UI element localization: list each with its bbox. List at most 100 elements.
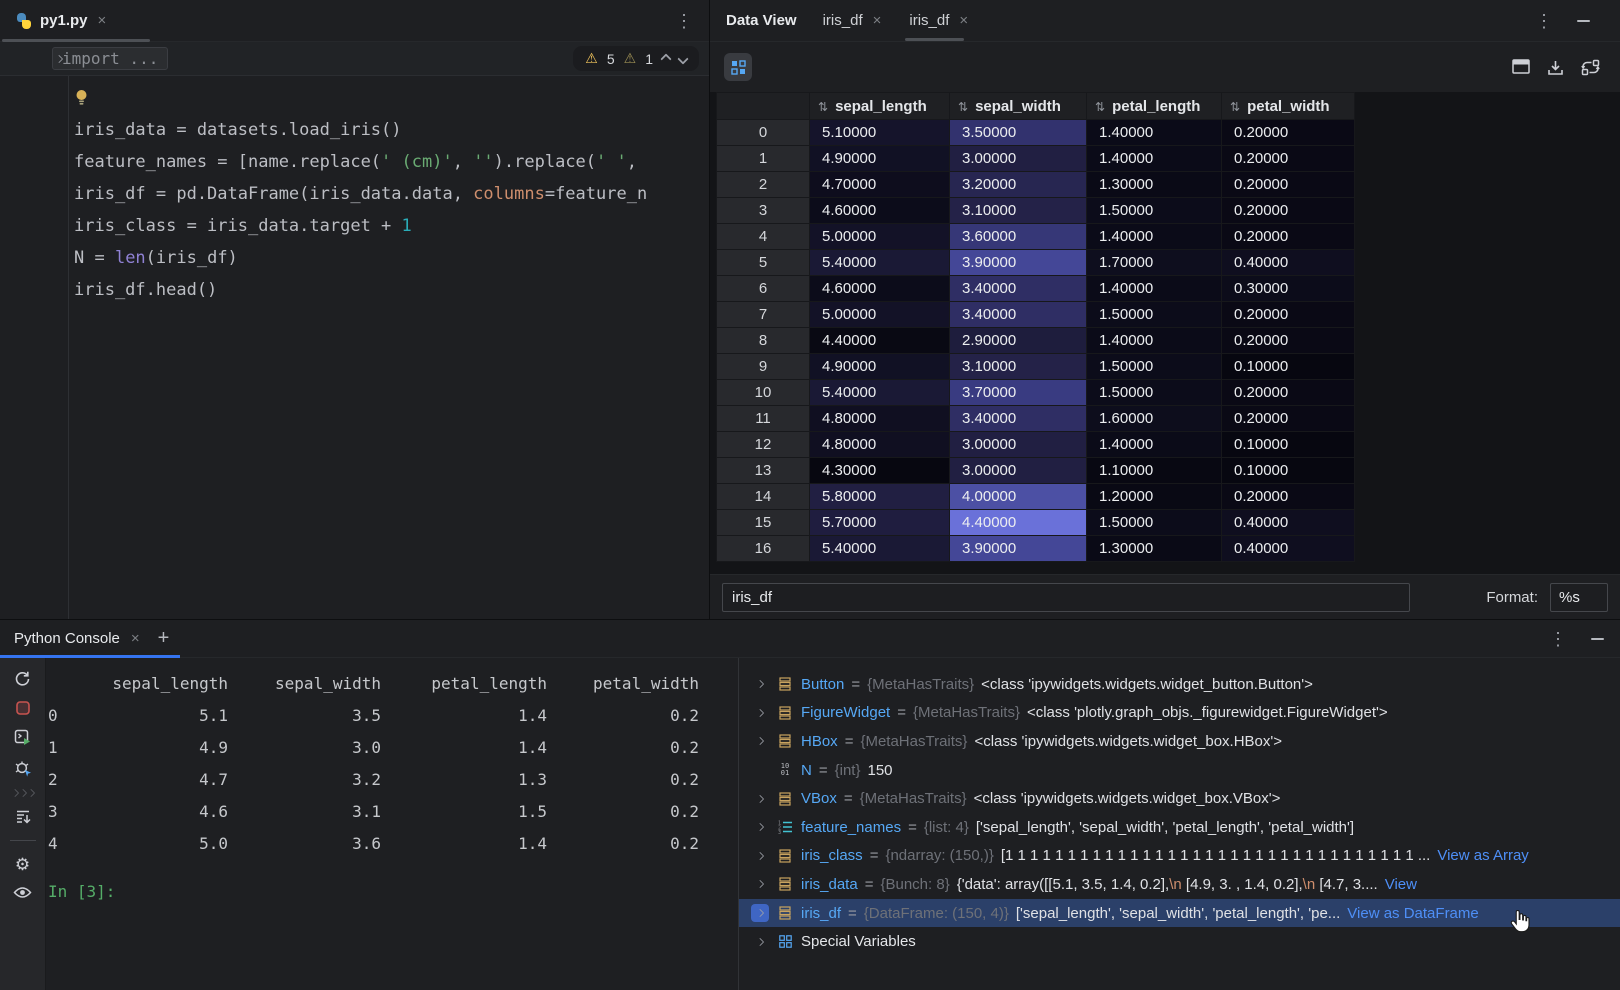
table-cell[interactable]: 0.20000 xyxy=(1222,328,1355,354)
variable-row-button[interactable]: Button={MetaHasTraits}<class 'ipywidgets… xyxy=(739,670,1620,699)
expand-chevron-icon[interactable] xyxy=(751,675,769,693)
close-icon[interactable]: × xyxy=(871,12,884,29)
table-cell[interactable]: 0.20000 xyxy=(1222,172,1355,198)
row-index-cell[interactable]: 4 xyxy=(717,224,810,250)
table-cell[interactable]: 1.20000 xyxy=(1087,484,1222,510)
row-index-cell[interactable]: 15 xyxy=(717,510,810,536)
table-cell[interactable]: 1.40000 xyxy=(1087,224,1222,250)
view-as-link[interactable]: View as DataFrame xyxy=(1347,905,1478,922)
variable-row-vbox[interactable]: VBox={MetaHasTraits}<class 'ipywidgets.w… xyxy=(739,784,1620,813)
new-console-icon[interactable]: + xyxy=(158,627,170,650)
tab-python-console[interactable]: Python Console × xyxy=(14,630,142,647)
table-cell[interactable]: 1.50000 xyxy=(1087,510,1222,536)
column-header-petal_length[interactable]: ⇅petal_length xyxy=(1087,93,1222,120)
row-index-cell[interactable]: 7 xyxy=(717,302,810,328)
column-header-sepal_width[interactable]: ⇅sepal_width xyxy=(950,93,1087,120)
sort-icon[interactable]: ⇅ xyxy=(818,100,828,114)
table-cell[interactable]: 4.40000 xyxy=(950,510,1087,536)
table-cell[interactable]: 0.10000 xyxy=(1222,458,1355,484)
table-cell[interactable]: 1.70000 xyxy=(1087,250,1222,276)
table-cell[interactable]: 1.40000 xyxy=(1087,146,1222,172)
table-cell[interactable]: 0.20000 xyxy=(1222,380,1355,406)
code-line[interactable]: feature_names = [name.replace(' (cm)', '… xyxy=(74,146,709,178)
sort-icon[interactable]: ⇅ xyxy=(1095,100,1105,114)
table-cell[interactable]: 2.90000 xyxy=(950,328,1087,354)
table-cell[interactable]: 0.20000 xyxy=(1222,484,1355,510)
more-options-icon[interactable]: ⋮ xyxy=(1529,10,1559,32)
table-cell[interactable]: 4.80000 xyxy=(810,406,950,432)
table-cell[interactable]: 1.50000 xyxy=(1087,354,1222,380)
variable-row-n[interactable]: 1001N={int}150 xyxy=(739,756,1620,785)
view-as-link[interactable]: View xyxy=(1385,876,1417,893)
table-cell[interactable]: 3.40000 xyxy=(950,276,1087,302)
table-cell[interactable]: 3.00000 xyxy=(950,146,1087,172)
dataframe-table[interactable]: ⇅sepal_length⇅sepal_width⇅petal_length⇅p… xyxy=(710,92,1620,574)
eye-icon[interactable] xyxy=(13,886,32,899)
close-icon[interactable]: × xyxy=(957,12,970,29)
more-options-icon[interactable]: ⋮ xyxy=(669,10,709,32)
table-cell[interactable]: 3.90000 xyxy=(950,250,1087,276)
row-index-cell[interactable]: 6 xyxy=(717,276,810,302)
column-header-sepal_length[interactable]: ⇅sepal_length xyxy=(810,93,950,120)
table-cell[interactable]: 1.50000 xyxy=(1087,198,1222,224)
table-cell[interactable]: 1.40000 xyxy=(1087,276,1222,302)
next-issue-icon[interactable] xyxy=(677,53,688,64)
table-cell[interactable]: 3.00000 xyxy=(950,432,1087,458)
table-cell[interactable]: 4.30000 xyxy=(810,458,950,484)
expand-chevron-icon[interactable] xyxy=(751,847,769,865)
table-cell[interactable]: 0.20000 xyxy=(1222,302,1355,328)
more-options-icon[interactable]: ⋮ xyxy=(1543,628,1573,650)
table-cell[interactable]: 0.20000 xyxy=(1222,224,1355,250)
row-index-cell[interactable]: 0 xyxy=(717,120,810,146)
expand-chevron-icon[interactable] xyxy=(751,732,769,750)
table-cell[interactable]: 4.60000 xyxy=(810,276,950,302)
table-cell[interactable]: 4.60000 xyxy=(810,198,950,224)
table-cell[interactable]: 0.20000 xyxy=(1222,120,1355,146)
table-cell[interactable]: 0.20000 xyxy=(1222,198,1355,224)
row-index-cell[interactable]: 16 xyxy=(717,536,810,562)
expand-chevron-icon[interactable] xyxy=(751,875,769,893)
sort-icon[interactable]: ⇅ xyxy=(1230,100,1240,114)
table-cell[interactable]: 5.10000 xyxy=(810,120,950,146)
download-icon[interactable] xyxy=(1547,59,1564,76)
table-cell[interactable]: 3.40000 xyxy=(950,302,1087,328)
variable-row-iris-df[interactable]: iris_df={DataFrame: (150, 4)}['sepal_len… xyxy=(739,899,1620,928)
table-cell[interactable]: 3.20000 xyxy=(950,172,1087,198)
table-cell[interactable]: 0.30000 xyxy=(1222,276,1355,302)
table-cell[interactable]: 0.40000 xyxy=(1222,536,1355,562)
row-index-cell[interactable]: 3 xyxy=(717,198,810,224)
debug-icon[interactable] xyxy=(14,759,32,777)
expand-chevron-icon[interactable] xyxy=(751,933,769,951)
table-cell[interactable]: 4.80000 xyxy=(810,432,950,458)
table-cell[interactable]: 1.50000 xyxy=(1087,302,1222,328)
row-index-cell[interactable]: 10 xyxy=(717,380,810,406)
code-editor[interactable]: iris_data = datasets.load_iris()feature_… xyxy=(0,76,709,619)
row-index-cell[interactable]: 12 xyxy=(717,432,810,458)
table-cell[interactable]: 4.40000 xyxy=(810,328,950,354)
code-line[interactable]: iris_df.head() xyxy=(74,274,709,306)
expand-chevron-icon[interactable] xyxy=(751,904,769,922)
table-cell[interactable]: 0.40000 xyxy=(1222,250,1355,276)
table-cell[interactable]: 5.70000 xyxy=(810,510,950,536)
table-cell[interactable]: 5.40000 xyxy=(810,380,950,406)
row-index-cell[interactable]: 8 xyxy=(717,328,810,354)
row-index-cell[interactable]: 13 xyxy=(717,458,810,484)
table-cell[interactable]: 4.70000 xyxy=(810,172,950,198)
table-cell[interactable]: 4.90000 xyxy=(810,146,950,172)
table-cell[interactable]: 3.50000 xyxy=(950,120,1087,146)
row-index-cell[interactable]: 5 xyxy=(717,250,810,276)
table-cell[interactable]: 3.60000 xyxy=(950,224,1087,250)
table-cell[interactable]: 4.90000 xyxy=(810,354,950,380)
folded-import-region[interactable]: import ... xyxy=(52,47,168,70)
settings-gear-icon[interactable]: ⚙ xyxy=(15,856,30,873)
lightbulb-icon[interactable] xyxy=(74,89,89,107)
grid-view-icon[interactable] xyxy=(724,53,752,81)
expand-chevron-icon[interactable] xyxy=(751,818,769,836)
restart-icon[interactable] xyxy=(14,670,31,687)
sort-icon[interactable]: ⇅ xyxy=(958,100,968,114)
row-index-cell[interactable]: 2 xyxy=(717,172,810,198)
row-index-cell[interactable]: 11 xyxy=(717,406,810,432)
table-cell[interactable]: 1.40000 xyxy=(1087,328,1222,354)
table-cell[interactable]: 1.30000 xyxy=(1087,172,1222,198)
table-cell[interactable]: 3.90000 xyxy=(950,536,1087,562)
